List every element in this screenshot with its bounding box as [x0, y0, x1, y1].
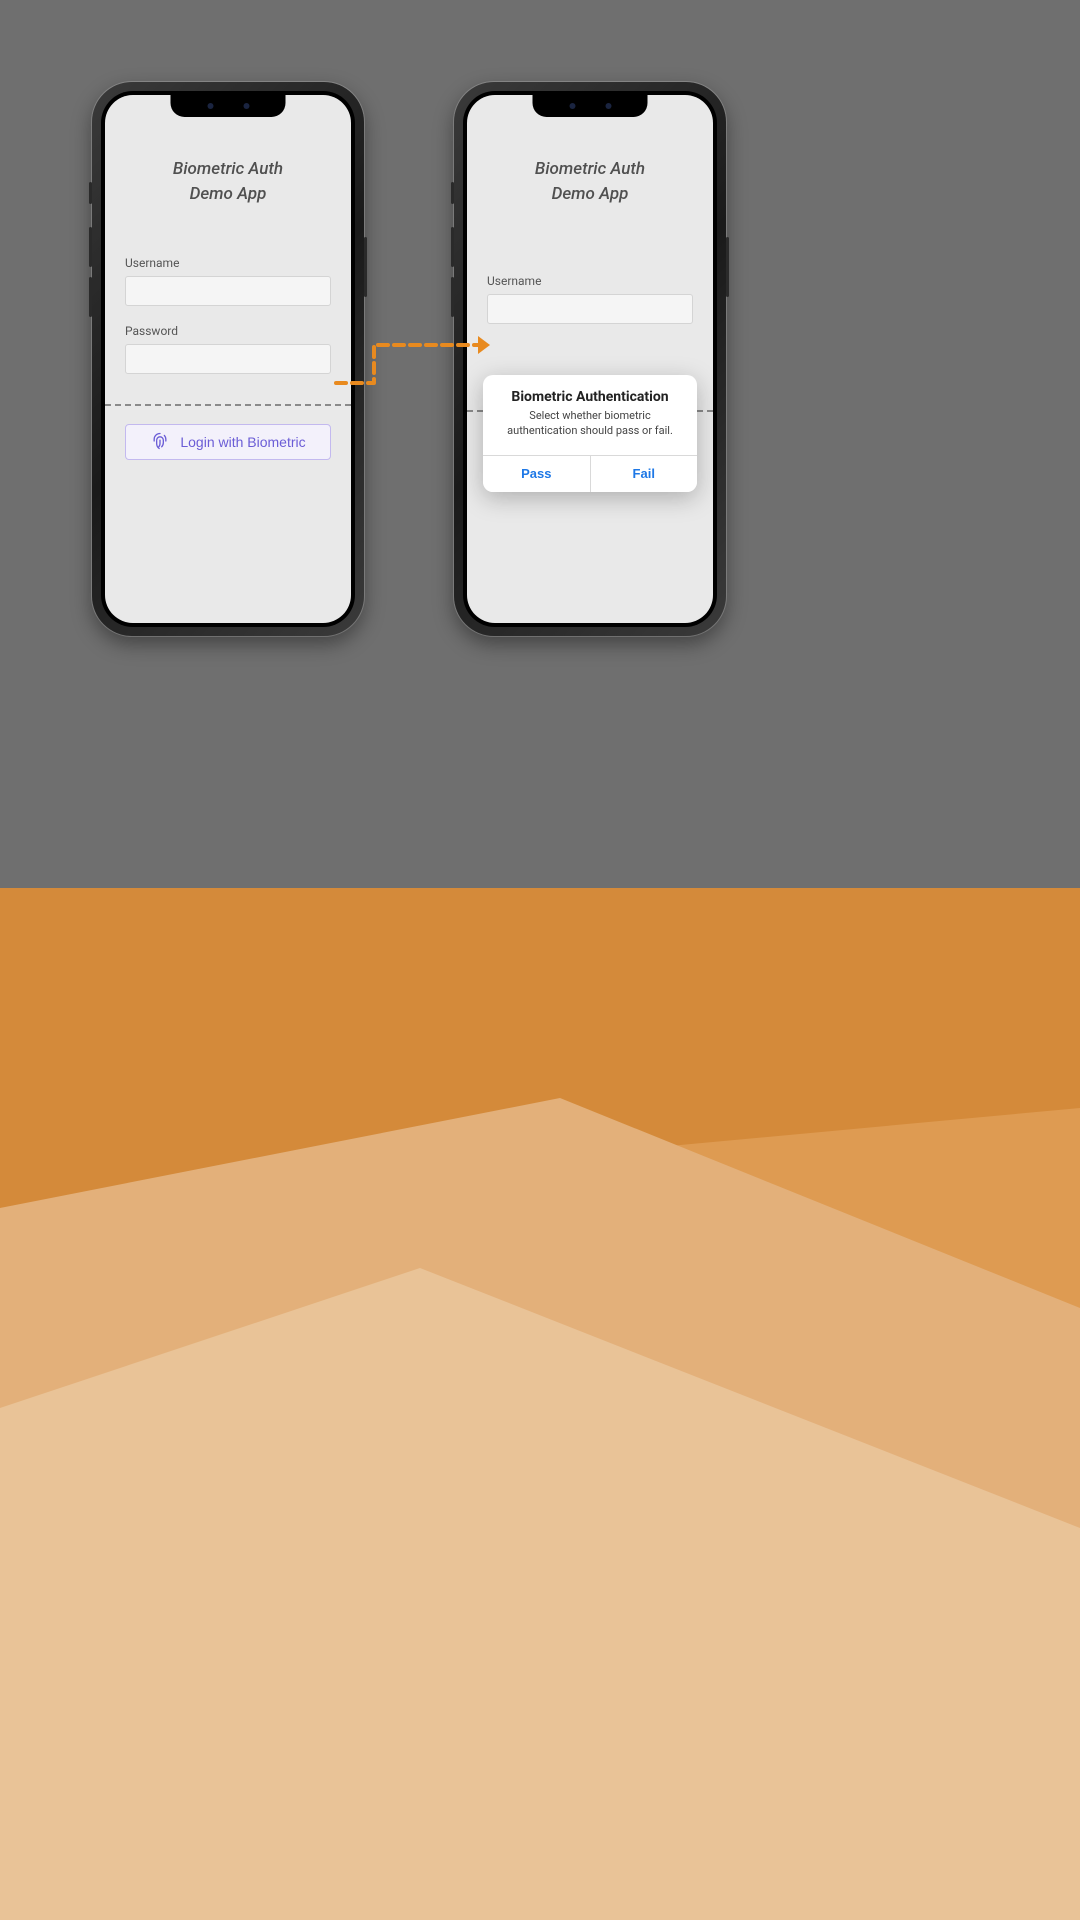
- dialog-fail-button[interactable]: Fail: [591, 456, 698, 492]
- phone-side-button: [451, 277, 454, 317]
- fingerprint-icon: [150, 431, 170, 454]
- dialog-pass-button[interactable]: Pass: [483, 456, 591, 492]
- phone-side-button: [89, 277, 92, 317]
- phone-screen: Biometric Auth Demo App Username .: [467, 95, 713, 623]
- app-login-screen-with-dialog: Biometric Auth Demo App Username .: [467, 95, 713, 623]
- password-input[interactable]: [125, 344, 331, 374]
- phone-mockups-row: Biometric Auth Demo App Username Passwor…: [0, 0, 1080, 636]
- app-login-screen: Biometric Auth Demo App Username Passwor…: [105, 95, 351, 623]
- app-title: Biometric Auth Demo App: [105, 157, 351, 206]
- demo-illustration-area: Biometric Auth Demo App Username Passwor…: [0, 0, 1080, 888]
- biometric-button-label: Login with Biometric: [180, 434, 305, 450]
- phone-bezel: Biometric Auth Demo App Username Passwor…: [101, 91, 355, 627]
- dialog-subtitle: Select whether biometric authentication …: [495, 409, 685, 439]
- phone-bezel: Biometric Auth Demo App Username .: [463, 91, 717, 627]
- username-label: Username: [125, 256, 331, 270]
- dialog-header: Biometric Authentication Select whether …: [483, 375, 697, 455]
- phone-screen: Biometric Auth Demo App Username Passwor…: [105, 95, 351, 623]
- username-input[interactable]: [125, 276, 331, 306]
- phone-side-button: [89, 227, 92, 267]
- phone-side-button: [451, 227, 454, 267]
- phone-side-button: [364, 237, 367, 297]
- phone-side-button: [89, 182, 92, 204]
- phone-side-button: [726, 237, 729, 297]
- login-with-biometric-button[interactable]: Login with Biometric: [125, 424, 331, 460]
- phone-notch: [171, 95, 286, 117]
- app-title-line2: Demo App: [467, 182, 713, 207]
- form-divider: [105, 404, 351, 406]
- app-title-line1: Biometric Auth: [467, 157, 713, 182]
- app-title: Biometric Auth Demo App: [467, 157, 713, 206]
- app-title-line2: Demo App: [105, 182, 351, 207]
- phone-mockup-left: Biometric Auth Demo App Username Passwor…: [92, 82, 364, 636]
- login-form: Username Password: [105, 206, 351, 392]
- biometric-auth-dialog: Biometric Authentication Select whether …: [483, 375, 697, 492]
- dialog-actions: Pass Fail: [483, 455, 697, 492]
- app-title-line1: Biometric Auth: [105, 157, 351, 182]
- phone-notch: [533, 95, 648, 117]
- phone-side-button: [451, 182, 454, 204]
- username-label: Username: [487, 274, 693, 288]
- password-label: Password: [125, 324, 331, 338]
- phone-mockup-right: Biometric Auth Demo App Username .: [454, 82, 726, 636]
- dialog-title: Biometric Authentication: [495, 389, 685, 405]
- username-input[interactable]: [487, 294, 693, 324]
- background-geometric-panel: [0, 888, 1080, 1920]
